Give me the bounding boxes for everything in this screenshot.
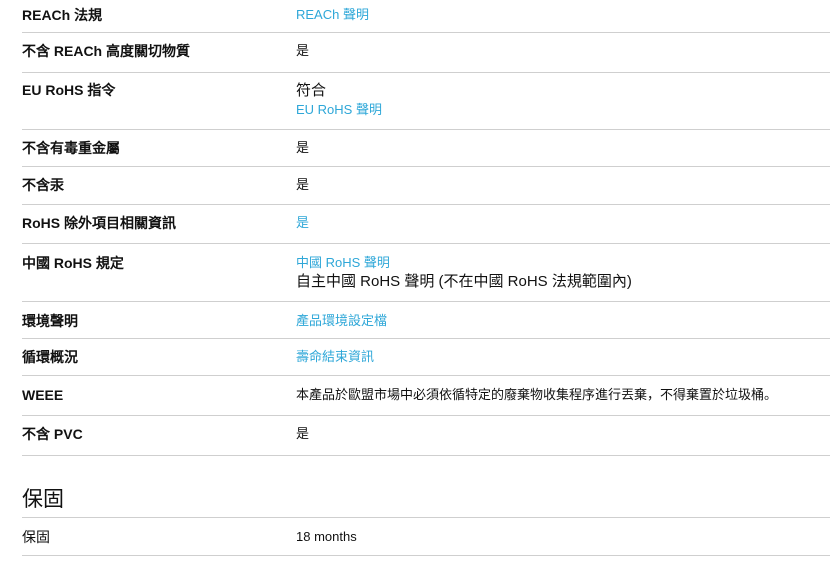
warranty-section-title: 保固 (22, 488, 64, 511)
spec-value: 符合 EU RoHS 聲明 (296, 81, 830, 129)
spec-label: 中國 RoHS 規定 (22, 255, 124, 271)
spec-value: 本產品於歐盟市場中必須依循特定的廢棄物收集程序進行丟棄，不得棄置於垃圾桶。 (296, 386, 830, 415)
spec-label: WEEE (22, 387, 64, 403)
spec-label: 不含有毒重金屬 (22, 140, 120, 156)
spec-label: EU RoHS 指令 (22, 82, 116, 98)
product-environmental-profile-link[interactable]: 產品環境設定檔 (296, 312, 830, 330)
spec-label: RoHS 除外項目相關資訊 (22, 215, 176, 231)
spec-row-rohs-exemptions: RoHS 除外項目相關資訊 是 (22, 205, 830, 244)
spec-label: REACh 法規 (22, 7, 103, 23)
spec-value: 產品環境設定檔 (296, 312, 830, 338)
spec-value-text: 是 (296, 140, 310, 155)
spec-value: 是 (296, 139, 830, 166)
spec-row-china-rohs: 中國 RoHS 規定 中國 RoHS 聲明 自主中國 RoHS 聲明 (不在中國… (22, 244, 830, 302)
spec-value-text: 自主中國 RoHS 聲明 (不在中國 RoHS 法規範圍內) (296, 273, 632, 290)
spec-label: 環境聲明 (22, 313, 78, 329)
spec-value: 是 (296, 214, 830, 243)
spec-label: 不含汞 (22, 177, 64, 193)
spec-value: REACh 聲明 (296, 6, 830, 32)
spec-value-text: 符合 (296, 82, 327, 99)
spec-row-pvc-free: 不含 PVC 是 (22, 416, 830, 456)
spec-value: 中國 RoHS 聲明 自主中國 RoHS 聲明 (不在中國 RoHS 法規範圍內… (296, 254, 830, 301)
warranty-value: 18 months (296, 529, 357, 544)
spec-value: 壽命結束資訊 (296, 348, 830, 375)
spec-label: 不含 PVC (22, 426, 83, 442)
spec-row-mercury: 不含汞 是 (22, 167, 830, 205)
warranty-spec-table: 保固 18 months (22, 517, 830, 556)
reach-declaration-link[interactable]: REACh 聲明 (296, 6, 830, 24)
spec-row-circularity: 循環概況 壽命結束資訊 (22, 339, 830, 376)
spec-value-text: 本產品於歐盟市場中必須依循特定的廢棄物收集程序進行丟棄，不得棄置於垃圾桶。 (296, 387, 778, 402)
spec-value: 18 months (296, 528, 830, 555)
spec-row-reach-svhc: 不含 REACh 高度關切物質 是 (22, 33, 830, 73)
compliance-spec-table: REACh 法規 REACh 聲明 不含 REACh 高度關切物質 是 EU R… (22, 0, 830, 456)
spec-row-weee: WEEE 本產品於歐盟市場中必須依循特定的廢棄物收集程序進行丟棄，不得棄置於垃圾… (22, 376, 830, 416)
spec-row-warranty: 保固 18 months (22, 518, 830, 556)
spec-label: 保固 (22, 529, 50, 545)
spec-row-reach: REACh 法規 REACh 聲明 (22, 0, 830, 33)
rohs-exemptions-link[interactable]: 是 (296, 214, 830, 232)
spec-value-text: 是 (296, 177, 310, 192)
spec-value: 是 (296, 425, 830, 455)
eu-rohs-declaration-link[interactable]: EU RoHS 聲明 (296, 101, 830, 119)
spec-row-eu-rohs: EU RoHS 指令 符合 EU RoHS 聲明 (22, 73, 830, 130)
spec-value-text: 是 (296, 426, 310, 441)
spec-row-environmental: 環境聲明 產品環境設定檔 (22, 302, 830, 339)
spec-value-text: 是 (296, 43, 310, 58)
spec-value: 是 (296, 176, 830, 204)
china-rohs-declaration-link[interactable]: 中國 RoHS 聲明 (296, 254, 830, 272)
spec-label: 循環概況 (22, 349, 78, 365)
spec-label: 不含 REACh 高度關切物質 (22, 43, 190, 59)
end-of-life-info-link[interactable]: 壽命結束資訊 (296, 348, 830, 366)
spec-value: 是 (296, 42, 830, 72)
spec-row-heavy-metals: 不含有毒重金屬 是 (22, 130, 830, 167)
